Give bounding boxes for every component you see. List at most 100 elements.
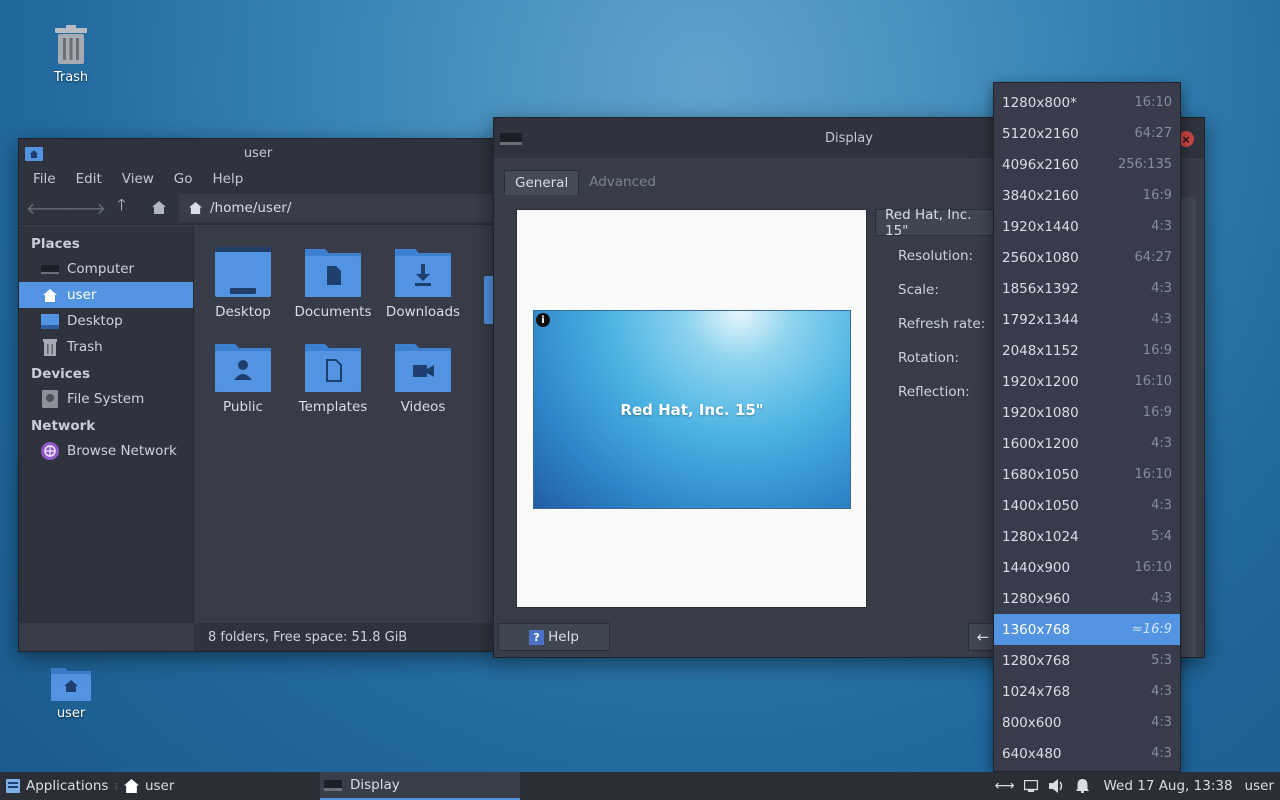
resolution-option[interactable]: 640x480 4:3 [994, 738, 1180, 769]
resolution-option[interactable]: 1280x768 5:3 [994, 645, 1180, 676]
arrow-left-icon: ← [976, 628, 990, 646]
taskbar-task-display[interactable]: Display [320, 772, 520, 800]
folder-documents[interactable]: Documents [288, 246, 378, 320]
resolution-option[interactable]: 1024x768 4:3 [994, 676, 1180, 707]
sidebar-item-desktop[interactable]: Desktop [19, 308, 193, 334]
rotation-label: Rotation: [898, 350, 960, 366]
resolution-option[interactable]: 2048x1152 16:9 [994, 335, 1180, 366]
aspect-ratio: 64:27 [1134, 250, 1172, 265]
window-title: Display [825, 130, 873, 146]
resolution-value: 1280x960 [1002, 590, 1071, 607]
tab-general[interactable]: General [504, 170, 580, 195]
sidebar-item-user[interactable]: user [19, 282, 193, 308]
sidebar-item-label: Trash [67, 339, 103, 355]
resolution-value: 1680x1050 [1002, 466, 1079, 483]
resolution-option[interactable]: 5120x2160 64:27 [994, 118, 1180, 149]
screen-icon[interactable] [1018, 780, 1044, 792]
clock[interactable]: Wed 17 Aug, 13:38 [1096, 778, 1245, 794]
home-button[interactable] [140, 194, 177, 222]
resolution-option[interactable]: 1680x1050 16:10 [994, 459, 1180, 490]
sidebar: Places Computer user Desktop Trash Devic… [19, 226, 194, 623]
aspect-ratio: 256:135 [1117, 157, 1172, 172]
file-manager-titlebar[interactable]: user [19, 139, 497, 167]
resolution-option[interactable]: 1792x1344 4:3 [994, 304, 1180, 335]
forward-button[interactable]: 🡒 [63, 194, 106, 222]
resolution-value: 2048x1152 [1002, 342, 1079, 359]
volume-icon[interactable] [1044, 779, 1070, 793]
file-manager-window[interactable]: user File Edit View Go Help 🡐 🡒 🡑 /home/… [18, 138, 498, 652]
resolution-option[interactable]: 1920x1200 16:10 [994, 366, 1180, 397]
folder-downloads[interactable]: Downloads [378, 246, 468, 320]
resolution-option[interactable]: 1600x1200 4:3 [994, 428, 1180, 459]
menu-edit[interactable]: Edit [66, 171, 112, 187]
resolution-option[interactable]: 800x600 4:3 [994, 707, 1180, 738]
resolution-option[interactable]: 1400x1050 4:3 [994, 490, 1180, 521]
reflection-label: Reflection: [898, 384, 970, 400]
aspect-ratio: 16:10 [1134, 95, 1172, 110]
resolution-option[interactable]: 1440x900 16:10 [994, 552, 1180, 583]
resolution-value: 1024x768 [1002, 683, 1071, 700]
sidebar-item-file-system[interactable]: File System [19, 386, 193, 412]
applications-icon [6, 779, 20, 793]
sidebar-item-computer[interactable]: Computer [19, 256, 193, 282]
menu-help[interactable]: Help [203, 171, 254, 187]
user-menu[interactable]: user [1245, 778, 1280, 794]
resolution-option[interactable]: 3840x2160 16:9 [994, 180, 1180, 211]
menu-bar: File Edit View Go Help [19, 167, 497, 191]
file-manager-body: Places Computer user Desktop Trash Devic… [19, 226, 497, 623]
aspect-ratio: 16:9 [1142, 188, 1172, 203]
menu-file[interactable]: File [23, 171, 66, 187]
resolution-option[interactable]: 1920x1440 4:3 [994, 211, 1180, 242]
location-bar[interactable]: /home/user/ [179, 193, 497, 222]
resolution-option[interactable]: 1280x960 4:3 [994, 583, 1180, 614]
resolution-value: 4096x2160 [1002, 156, 1079, 173]
resolution-option[interactable]: 4096x2160 256:135 [994, 149, 1180, 180]
sidebar-header-devices: Devices [31, 366, 90, 382]
network-arrows-icon[interactable]: ⟷ [992, 778, 1018, 794]
folder-templates[interactable]: Templates [288, 341, 378, 415]
sidebar-item-trash[interactable]: Trash [19, 334, 193, 360]
resolution-option[interactable]: 2560x1080 64:27 [994, 242, 1180, 273]
home-icon [189, 201, 202, 214]
desktop-icon-trash[interactable]: Trash [26, 24, 116, 85]
monitor-dropdown[interactable]: Red Hat, Inc. 15" [875, 207, 1000, 239]
home-folder-icon [51, 668, 91, 701]
resolution-value: 1600x1200 [1002, 435, 1079, 452]
folder-videos[interactable]: Videos [378, 341, 468, 415]
resolution-option[interactable]: 1920x1080 16:9 [994, 397, 1180, 428]
resolution-value: 1792x1344 [1002, 311, 1079, 328]
places-menu-button[interactable]: user [118, 772, 180, 800]
sidebar-item-browse-network[interactable]: Browse Network [19, 438, 193, 464]
up-button[interactable]: 🡑 [103, 194, 140, 222]
toolbar: 🡐 🡒 🡑 /home/user/ [19, 191, 497, 225]
folder-public[interactable]: Public [198, 341, 288, 415]
desktop-icon-user-home[interactable]: user [26, 664, 116, 721]
notification-bell-icon[interactable] [1070, 779, 1096, 793]
drive-icon [41, 390, 59, 408]
monitor-preview[interactable]: i Red Hat, Inc. 15" [533, 310, 851, 509]
resolution-option[interactable]: 1280x1024 5:4 [994, 521, 1180, 552]
trash-icon [41, 338, 59, 356]
applications-menu-button[interactable]: Applications [0, 772, 114, 800]
menu-view[interactable]: View [112, 171, 164, 187]
help-icon: ? [529, 629, 545, 645]
folder-desktop[interactable]: Desktop [198, 246, 288, 320]
back-button[interactable]: 🡐 [26, 194, 69, 222]
resolution-option[interactable]: 1280x800* 16:10 [994, 87, 1180, 118]
resolution-option[interactable]: 1360x768 ≈16:9 [994, 614, 1180, 645]
help-button[interactable]: ? Help [498, 623, 610, 651]
sidebar-header-network: Network [31, 418, 96, 434]
desktop-icon [41, 313, 59, 329]
location-path: /home/user/ [210, 199, 292, 216]
resolution-value: 1400x1050 [1002, 497, 1079, 514]
resolution-value: 1360x768 [1002, 621, 1071, 638]
menu-go[interactable]: Go [164, 171, 203, 187]
resolution-option[interactable]: 1856x1392 4:3 [994, 273, 1180, 304]
monitor-icon [324, 780, 342, 791]
aspect-ratio: 4:3 [1151, 498, 1172, 513]
home-icon [123, 779, 139, 793]
tab-advanced[interactable]: Advanced [579, 170, 666, 195]
sidebar-item-label: File System [67, 391, 145, 407]
file-view: Desktop Documents Downloads Public Templ… [194, 226, 497, 623]
sidebar-item-label: Browse Network [67, 443, 177, 459]
